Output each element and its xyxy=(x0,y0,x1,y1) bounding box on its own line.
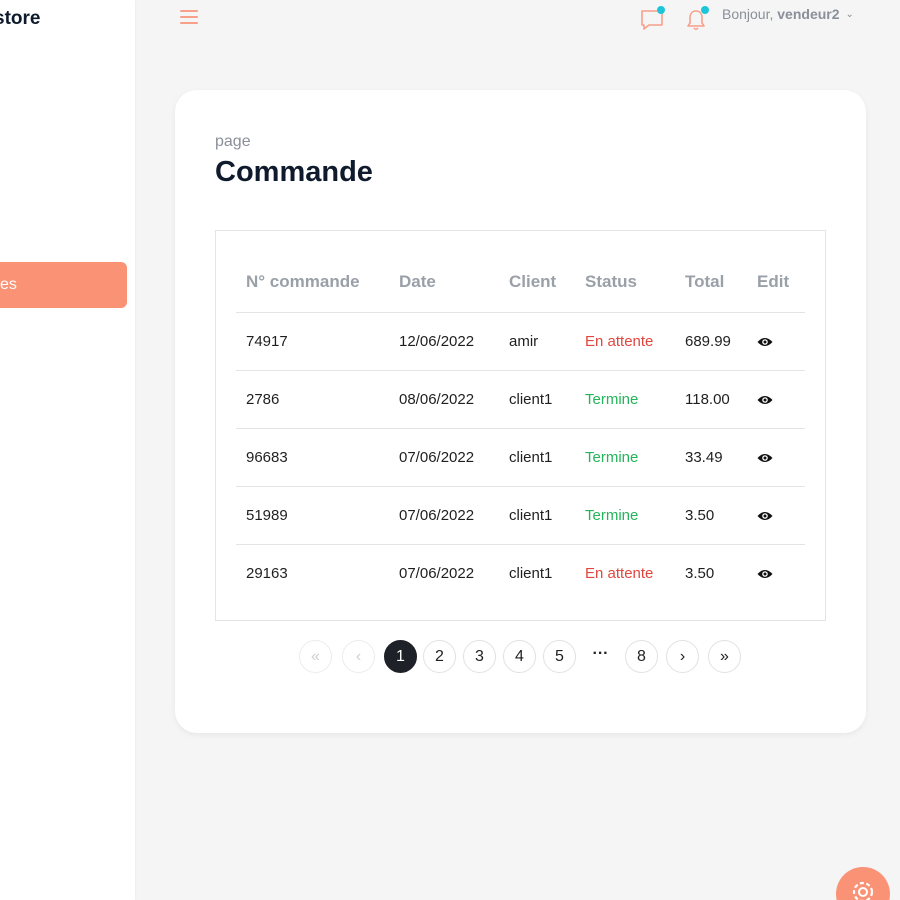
table-row: 74917 12/06/2022 amir En attente 689.99 xyxy=(236,312,805,371)
page-button-5[interactable]: 5 xyxy=(543,640,576,673)
notification-dot xyxy=(657,6,665,14)
order-total: 689.99 xyxy=(675,312,747,371)
order-number: 2786 xyxy=(236,370,389,429)
page-subtitle: page xyxy=(215,133,251,150)
page-title: Commande xyxy=(215,156,373,188)
order-status: Termine xyxy=(575,428,675,487)
hamburger-icon xyxy=(180,10,198,12)
orders-card: page Commande N° commande Date Client St… xyxy=(175,90,866,733)
order-total: 3.50 xyxy=(675,486,747,545)
notification-dot xyxy=(701,6,709,14)
table-row: 2786 08/06/2022 client1 Termine 118.00 xyxy=(236,370,805,429)
order-number: 29163 xyxy=(246,564,288,582)
menu-toggle-button[interactable] xyxy=(180,10,198,28)
chevron-down-icon: ⌄ xyxy=(845,9,854,20)
order-status: Termine xyxy=(575,486,675,545)
page-button-4[interactable]: 4 xyxy=(503,640,536,673)
order-status: Termine xyxy=(575,370,675,429)
prev-page-button[interactable]: ‹ xyxy=(342,640,375,673)
order-date: 07/06/2022 xyxy=(389,428,499,487)
order-status: En attente xyxy=(585,564,654,582)
edit-cell xyxy=(747,486,805,545)
table-row: 96683 07/06/2022 client1 Termine 33.49 xyxy=(236,428,805,487)
table-row: 29163 07/06/2022 client1 En attente 3.50 xyxy=(236,544,805,602)
page-button-8[interactable]: 8 xyxy=(625,640,658,673)
col-header-total: Total xyxy=(675,253,747,313)
orders-table: N° commande Date Client Status Total Edi… xyxy=(236,253,805,602)
col-header-edit: Edit xyxy=(747,253,805,313)
order-number: 96683 xyxy=(236,428,389,487)
last-page-button[interactable]: » xyxy=(708,640,741,673)
page-button-1[interactable]: 1 xyxy=(384,640,417,673)
order-client: client1 xyxy=(499,370,575,429)
col-header-client: Client xyxy=(499,253,575,313)
table-row: 51989 07/06/2022 client1 Termine 3.50 xyxy=(236,486,805,545)
first-page-button[interactable]: « xyxy=(299,640,332,673)
next-page-button[interactable]: › xyxy=(666,640,699,673)
order-client: client1 xyxy=(499,428,575,487)
col-header-status: Status xyxy=(575,253,675,313)
notifications-button[interactable] xyxy=(686,6,709,31)
order-client: amir xyxy=(499,312,575,371)
order-total: 3.50 xyxy=(685,564,715,582)
eye-icon[interactable] xyxy=(757,566,773,582)
col-header-order-number: N° commande xyxy=(236,253,389,313)
pagination-ellipsis: ··· xyxy=(592,645,609,662)
order-total: 118.00 xyxy=(675,370,747,429)
order-date: 07/06/2022 xyxy=(399,564,475,582)
sidebar: store es xyxy=(0,0,135,900)
edit-cell xyxy=(747,312,805,371)
order-status: En attente xyxy=(575,312,675,371)
order-date: 08/06/2022 xyxy=(389,370,499,429)
eye-icon[interactable] xyxy=(757,334,773,350)
order-number: 74917 xyxy=(236,312,389,371)
order-client: client1 xyxy=(499,486,575,545)
edit-cell xyxy=(747,544,805,602)
order-date: 12/06/2022 xyxy=(389,312,499,371)
brand-logo-text[interactable]: store xyxy=(0,8,40,30)
page-button-2[interactable]: 2 xyxy=(423,640,456,673)
gear-icon xyxy=(852,881,874,900)
greeting-prefix: Bonjour, xyxy=(722,6,778,22)
username: vendeur2 xyxy=(777,6,840,22)
eye-icon[interactable] xyxy=(757,450,773,466)
edit-cell xyxy=(747,428,805,487)
order-total: 33.49 xyxy=(675,428,747,487)
order-number: 51989 xyxy=(236,486,389,545)
settings-button[interactable] xyxy=(836,867,890,900)
order-client: client1 xyxy=(509,564,553,582)
eye-icon[interactable] xyxy=(757,508,773,524)
edit-cell xyxy=(747,370,805,429)
orders-table-container: N° commande Date Client Status Total Edi… xyxy=(215,230,826,621)
order-date: 07/06/2022 xyxy=(389,486,499,545)
user-menu[interactable]: Bonjour, vendeur2 ⌄ xyxy=(722,6,854,22)
table-header-row: N° commande Date Client Status Total Edi… xyxy=(236,253,805,313)
eye-icon[interactable] xyxy=(757,392,773,408)
sidebar-item-active[interactable]: es xyxy=(0,262,127,308)
col-header-date: Date xyxy=(389,253,499,313)
page-button-3[interactable]: 3 xyxy=(463,640,496,673)
messages-button[interactable] xyxy=(640,6,665,31)
